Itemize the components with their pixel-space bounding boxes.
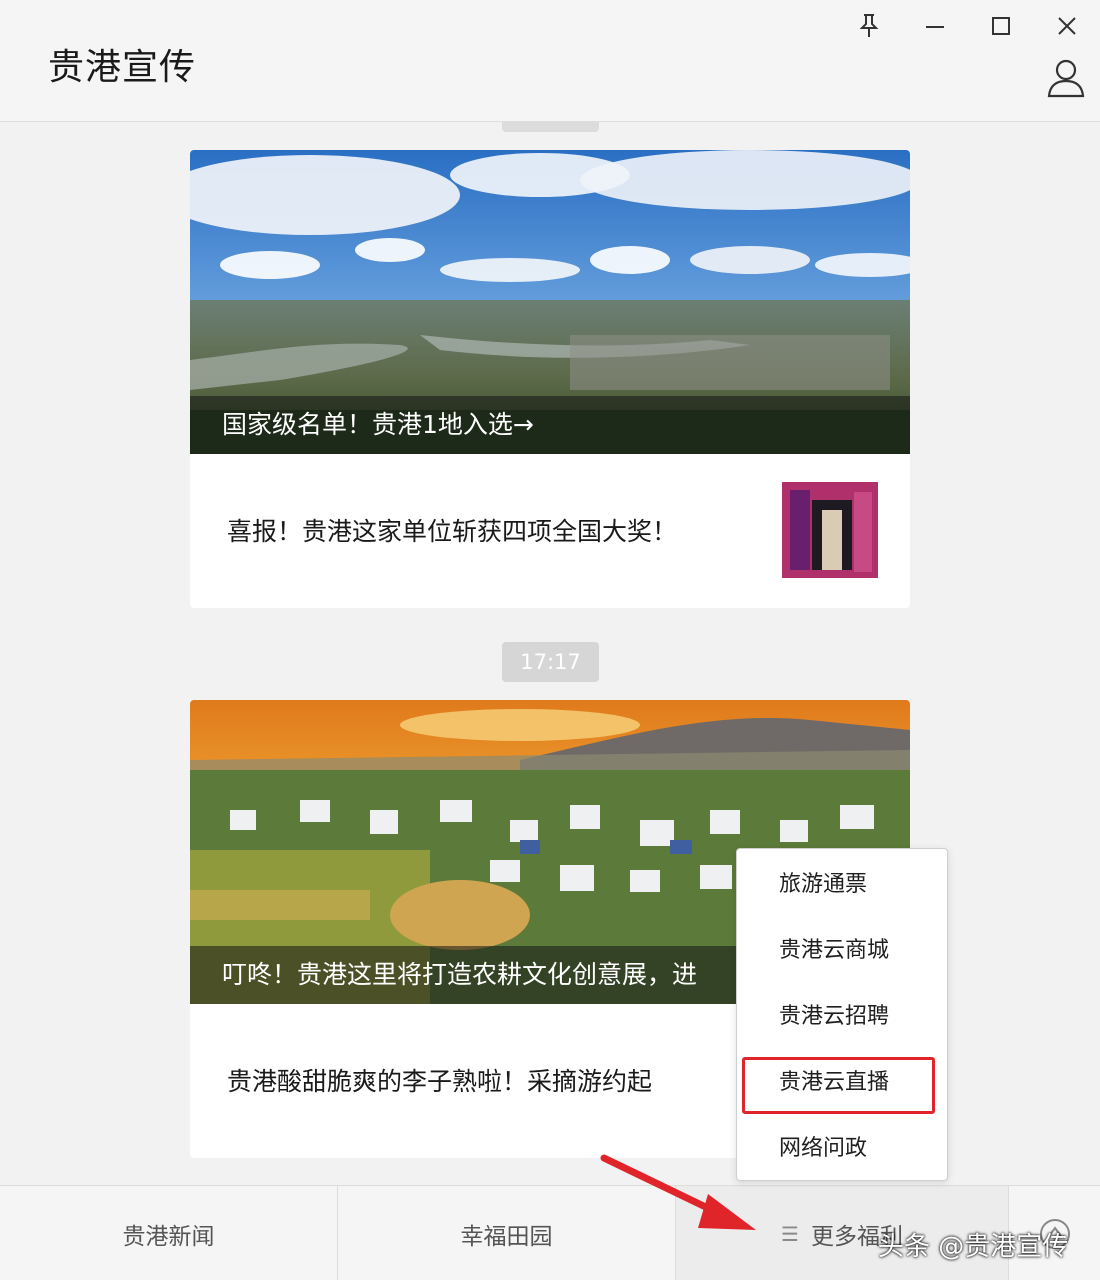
menu-lines-icon: ☰ bbox=[781, 1221, 799, 1246]
popup-item-online-inquiry[interactable]: 网络问政 bbox=[737, 1116, 947, 1182]
sub-article[interactable]: 喜报！贵港这家单位斩获四项全国大奖！ bbox=[190, 454, 910, 608]
minimize-icon bbox=[926, 26, 944, 28]
timestamp: 17:17 bbox=[502, 642, 599, 682]
pin-icon bbox=[859, 14, 879, 37]
popup-item-travel-pass[interactable]: 旅游通票 bbox=[737, 852, 947, 918]
sub-article-title: 贵港酸甜脆爽的李子熟啦！采摘游约起 bbox=[227, 1067, 653, 1096]
pin-button[interactable] bbox=[849, 6, 889, 46]
sub-article-title: 喜报！贵港这家单位斩获四项全国大奖！ bbox=[227, 517, 678, 546]
popup-item-cloud-mall[interactable]: 贵港云商城 bbox=[737, 918, 947, 984]
maximize-icon bbox=[992, 17, 1010, 35]
profile-button[interactable] bbox=[1044, 56, 1088, 100]
title-bar: 贵港宣传 bbox=[0, 0, 1100, 122]
watermark: 头条 @贵港宣传 bbox=[878, 1232, 1069, 1262]
sub-article-thumbnail bbox=[782, 482, 878, 578]
previous-timestamp-stub bbox=[502, 122, 599, 132]
close-button[interactable] bbox=[1047, 6, 1087, 46]
more-benefits-popup-menu: 旅游通票 贵港云商城 贵港云招聘 贵港云直播 网络问政 bbox=[736, 848, 948, 1181]
minimize-button[interactable] bbox=[915, 6, 955, 46]
maximize-button[interactable] bbox=[981, 6, 1021, 46]
menu-news-label: 贵港新闻 bbox=[122, 1223, 215, 1250]
menu-news[interactable]: 贵港新闻 bbox=[0, 1186, 337, 1280]
red-arrow-annotation bbox=[600, 1154, 756, 1230]
hero-article[interactable]: 国家级名单！贵港1地入选→ bbox=[190, 150, 910, 454]
user-icon bbox=[1047, 59, 1085, 98]
popup-item-cloud-live[interactable]: 贵港云直播 bbox=[737, 1050, 947, 1116]
window-title: 贵港宣传 bbox=[48, 47, 197, 88]
menu-happy-countryside-label: 幸福田园 bbox=[460, 1223, 553, 1250]
hero-caption: 国家级名单！贵港1地入选→ bbox=[190, 396, 910, 454]
popup-item-cloud-jobs[interactable]: 贵港云招聘 bbox=[737, 984, 947, 1050]
article-card: 国家级名单！贵港1地入选→ 喜报！贵港这家单位斩获四项全国大奖！ bbox=[190, 150, 910, 608]
close-icon bbox=[1058, 17, 1076, 35]
